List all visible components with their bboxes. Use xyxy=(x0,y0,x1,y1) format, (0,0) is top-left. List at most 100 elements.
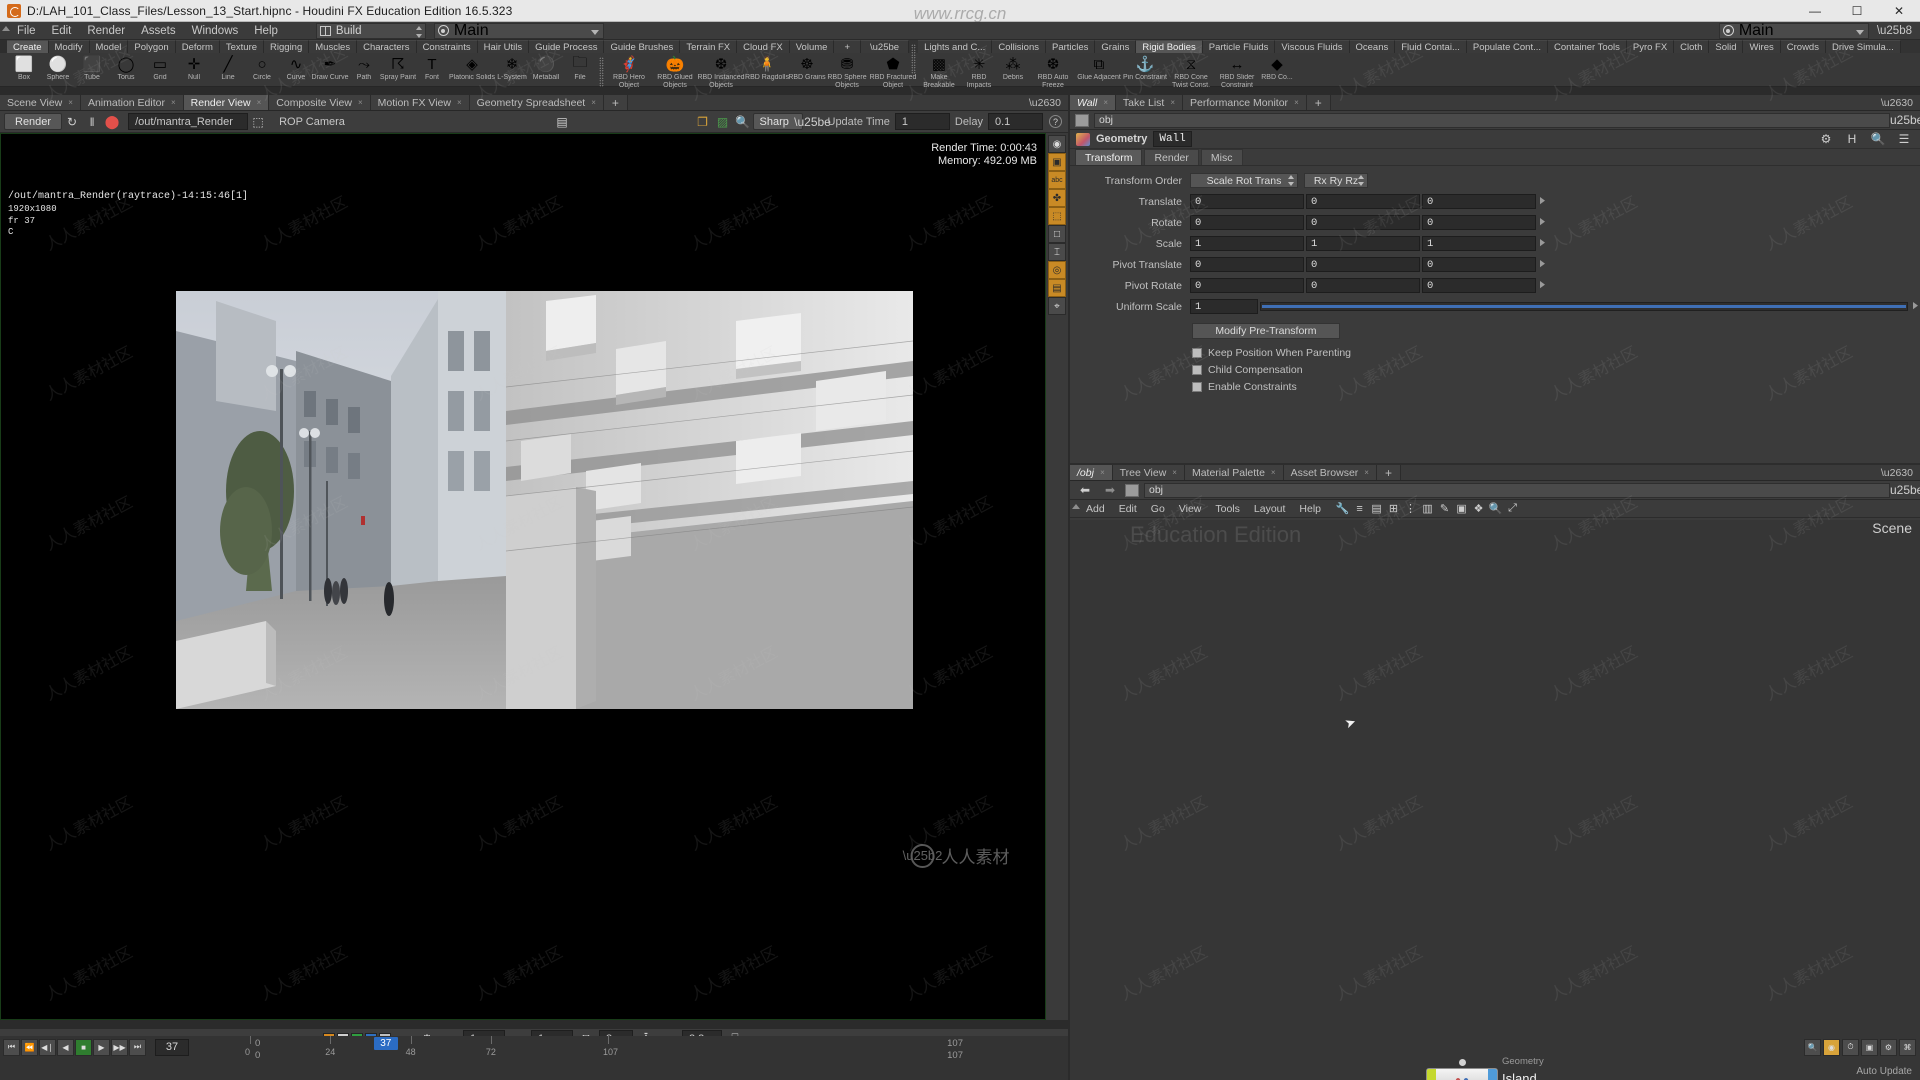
camera-icon[interactable]: ▤ xyxy=(552,113,572,131)
network-toolbar-icon-8[interactable]: ❖ xyxy=(1470,501,1487,517)
shelf-tool-spray-paint[interactable]: ☈ Spray Paint xyxy=(380,53,416,82)
param-path-field[interactable]: obj xyxy=(1094,112,1890,128)
shelf-tab-texture[interactable]: Texture xyxy=(219,40,265,53)
shelf-tab-characters[interactable]: Characters xyxy=(357,40,417,53)
shelf-tool-rbd-cone-twist-const[interactable]: ⧖ RBD Cone Twist Const. xyxy=(1168,53,1214,89)
shelf-tool-rbd-impacts[interactable]: ✳ RBD Impacts xyxy=(962,53,996,89)
shelf-tab-grains[interactable]: Grains xyxy=(1095,40,1137,53)
param-inner-tab-render[interactable]: Render xyxy=(1144,149,1199,165)
shelf-tool-null[interactable]: ✛ Null xyxy=(177,53,211,82)
close-icon[interactable]: × xyxy=(1271,468,1276,477)
close-icon[interactable]: × xyxy=(591,98,596,107)
network-toolbar-icon-9[interactable]: 🔍 xyxy=(1487,501,1504,517)
playbar-button-2[interactable]: ◀❘ xyxy=(39,1038,56,1056)
checkbox-child-compensation[interactable] xyxy=(1192,364,1202,375)
menu-help[interactable]: Help xyxy=(246,22,286,40)
channel-button-icon[interactable] xyxy=(1538,194,1547,209)
network-menu-add[interactable]: Add xyxy=(1079,503,1112,515)
param-help-h-icon[interactable]: H xyxy=(1842,130,1862,148)
node-flag-right[interactable] xyxy=(1488,1069,1497,1080)
close-icon[interactable]: × xyxy=(358,98,363,107)
menu-file[interactable]: File xyxy=(9,22,44,40)
help-icon[interactable]: ? xyxy=(1049,115,1062,128)
shelf-add-tab-left[interactable]: + xyxy=(834,40,861,53)
shelf-tab-terrain-fx[interactable]: Terrain FX xyxy=(680,40,738,53)
param-field-rotate-0[interactable]: 0 xyxy=(1190,215,1304,230)
param-field-scale-1[interactable]: 1 xyxy=(1306,236,1420,251)
param-inner-tab-transform[interactable]: Transform xyxy=(1075,149,1143,165)
viewport-tab-geometry-spreadsheet[interactable]: Geometry Spreadsheet × xyxy=(469,95,604,110)
network-tab-material-palette[interactable]: Material Palette × xyxy=(1184,465,1284,480)
network-menu-go[interactable]: Go xyxy=(1144,503,1172,515)
chevron-down-icon-right[interactable] xyxy=(1855,29,1864,35)
shelf-tool-rbd-glued-objects[interactable]: 🎃 RBD Glued Objects xyxy=(652,53,698,89)
shelf-tool-make-breakable[interactable]: ▩ Make Breakable xyxy=(916,53,962,89)
playbar-button-5[interactable]: ▶ xyxy=(93,1038,110,1056)
close-icon[interactable]: × xyxy=(1100,468,1105,477)
shelf-tab-cloth[interactable]: Cloth xyxy=(1674,40,1710,53)
shelf-tab-wires[interactable]: Wires xyxy=(1743,40,1781,53)
shelf-tool-curve[interactable]: ∿ Curve xyxy=(279,53,313,82)
close-icon[interactable]: × xyxy=(1364,468,1369,477)
shelf-tool-platonic-solids[interactable]: ◈ Platonic Solids xyxy=(449,53,495,82)
checkbox-enable-constraints[interactable] xyxy=(1192,381,1202,392)
menu-overflow-icon[interactable]: \u25b8 xyxy=(1869,22,1920,40)
shelf-tool-box[interactable]: ⬜ Box xyxy=(7,53,41,82)
checkbox-row-child-compensation[interactable]: Child Compensation xyxy=(1070,361,1920,378)
shelf-tool-font[interactable]: T Font xyxy=(415,53,449,82)
menu-assets[interactable]: Assets xyxy=(133,22,184,40)
viewport-pane-menu-icon[interactable]: \u2630 xyxy=(1021,95,1068,110)
param-pane-menu-icon[interactable]: \u2630 xyxy=(1873,95,1920,110)
network-toolbar-icon-0[interactable]: 🔧 xyxy=(1334,501,1351,517)
uniform-scale-slider[interactable] xyxy=(1260,302,1908,311)
network-menu-tools[interactable]: Tools xyxy=(1208,503,1247,515)
viewport-tab-scene-view[interactable]: Scene View × xyxy=(0,95,81,110)
minimize-button[interactable]: — xyxy=(1794,0,1836,22)
close-icon[interactable]: × xyxy=(68,98,73,107)
network-pane-menu-icon[interactable]: \u2630 xyxy=(1873,465,1920,480)
shelf-tab-hair-utils[interactable]: Hair Utils xyxy=(477,40,530,53)
playbar-right-icon-2[interactable]: ⏱ xyxy=(1842,1038,1859,1056)
shelf-tool-tube[interactable]: ⬛ Tube xyxy=(75,53,109,82)
shelf-tab-crowds[interactable]: Crowds xyxy=(1780,40,1826,53)
param-field-pivot-rotate-2[interactable]: 0 xyxy=(1422,278,1536,293)
network-toolbar-icon-10[interactable]: ⤢ xyxy=(1504,501,1521,517)
shelf-tool-line[interactable]: ╱ Line xyxy=(211,53,245,82)
network-path-field[interactable]: obj xyxy=(1144,482,1890,498)
playbar-button-6[interactable]: ▶▶ xyxy=(111,1038,128,1056)
channel-button-icon[interactable] xyxy=(1538,215,1547,230)
viewport-tab-motion-fx-view[interactable]: Motion FX View × xyxy=(370,95,470,110)
snapshot-icon[interactable]: ❐ xyxy=(693,113,713,131)
shelf-left-menu-icon[interactable]: \u25be xyxy=(861,40,910,53)
network-back-icon[interactable]: ⬅ xyxy=(1075,481,1095,499)
viewport-tab-render-view[interactable]: Render View × xyxy=(183,95,270,110)
param-menu-icon[interactable]: ☰ xyxy=(1894,130,1914,148)
param-inner-tab-misc[interactable]: Misc xyxy=(1200,149,1243,165)
render-image-area[interactable]: /out/mantra_Render(raytrace)-14:15:46[1]… xyxy=(0,133,1046,1020)
shelf-tab-fluid-contai[interactable]: Fluid Contai... xyxy=(1395,40,1467,53)
close-icon[interactable]: × xyxy=(457,98,462,107)
shelf-tool-rbd-slider-constraint[interactable]: ↔ RBD Slider Constraint xyxy=(1214,53,1260,89)
playbar-right-icon-0[interactable]: 🔍 xyxy=(1804,1038,1821,1056)
rotate-order-menu[interactable]: Rx Ry Rz xyxy=(1304,173,1368,188)
node-flag-left[interactable] xyxy=(1427,1069,1436,1080)
shelf-tab-volume[interactable]: Volume xyxy=(789,40,835,53)
param-add-tab[interactable]: + xyxy=(1306,95,1331,110)
pause-icon[interactable]: ‖ xyxy=(82,113,102,131)
param-search-icon[interactable]: 🔍 xyxy=(1868,130,1888,148)
close-icon[interactable]: × xyxy=(1103,98,1108,107)
param-field-rotate-2[interactable]: 0 xyxy=(1422,215,1536,230)
pixel-icon[interactable]: abc xyxy=(1048,171,1066,189)
network-add-tab[interactable]: + xyxy=(1376,465,1401,480)
shelf-tool-circle[interactable]: ○ Circle xyxy=(245,53,279,82)
menu-edit[interactable]: Edit xyxy=(44,22,80,40)
update-time-field[interactable]: 1 xyxy=(894,113,950,130)
crop-icon[interactable]: ⬚ xyxy=(1048,207,1066,225)
window-controls[interactable]: — ☐ ✕ xyxy=(1794,0,1920,22)
checkbox-keep-position-when-parenting[interactable] xyxy=(1192,347,1202,358)
shelf-tool-rbd-instanced-objects[interactable]: ❆ RBD Instanced Objects xyxy=(697,53,744,89)
shelf-tab-particle-fluids[interactable]: Particle Fluids xyxy=(1202,40,1276,53)
shelf-tab-lights-and-c[interactable]: Lights and C... xyxy=(918,40,993,53)
playbar-right-icon-5[interactable]: ⌘ xyxy=(1899,1038,1916,1056)
param-field-pivot-rotate-0[interactable]: 0 xyxy=(1190,278,1304,293)
